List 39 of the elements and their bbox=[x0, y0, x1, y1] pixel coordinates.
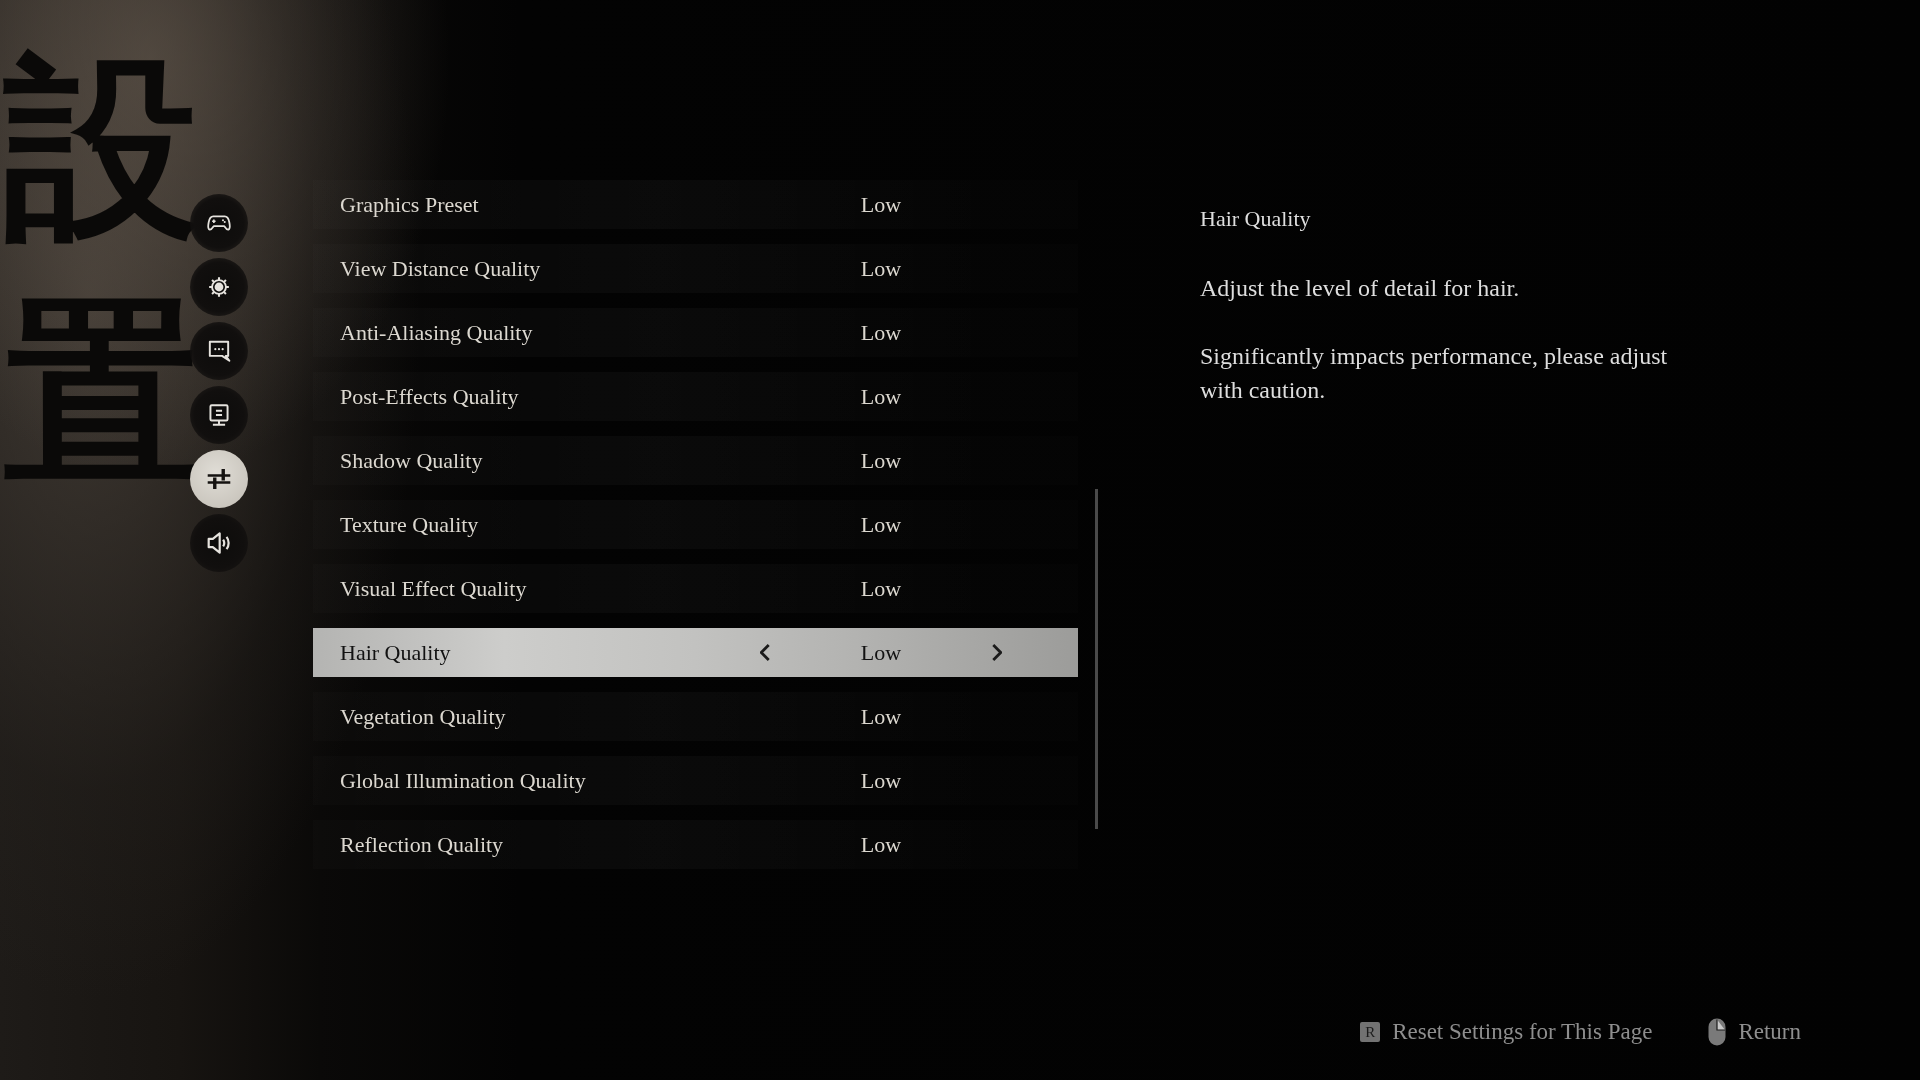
setting-value: Low bbox=[859, 255, 903, 282]
setting-label: View Distance Quality bbox=[340, 255, 542, 282]
return-button[interactable]: Return bbox=[1708, 1018, 1801, 1046]
chat-bubble-icon bbox=[207, 340, 231, 362]
scrollbar-thumb[interactable] bbox=[1095, 489, 1098, 829]
background-calligraphy: 設置 bbox=[4, 30, 200, 508]
setting-value: Low bbox=[859, 191, 903, 218]
setting-label: Reflection Quality bbox=[340, 831, 505, 858]
setting-row[interactable]: Hair Quality Low bbox=[313, 628, 1078, 677]
setting-value: Low bbox=[859, 575, 903, 602]
setting-value: Low bbox=[859, 511, 903, 538]
setting-label: Anti-Aliasing Quality bbox=[340, 319, 534, 346]
setting-value: Low bbox=[859, 639, 903, 666]
detail-description: Adjust the level of detail for hair. bbox=[1200, 274, 1521, 303]
monitor-icon bbox=[207, 404, 231, 426]
detail-title: Hair Quality bbox=[1200, 207, 1312, 231]
key-cap: R bbox=[1360, 1022, 1381, 1042]
setting-value: Low bbox=[859, 767, 903, 794]
setting-value: Low bbox=[859, 831, 903, 858]
sliders-icon bbox=[207, 468, 231, 490]
setting-value: Low bbox=[859, 383, 903, 410]
gear-icon bbox=[207, 276, 231, 298]
setting-label: Global Illumination Quality bbox=[340, 767, 587, 794]
detail-description: Significantly impacts performance, please adjust with caution. bbox=[1200, 342, 1669, 405]
setting-label: Hair Quality bbox=[340, 639, 452, 666]
setting-label: Texture Quality bbox=[340, 511, 480, 538]
setting-value: Low bbox=[859, 447, 903, 474]
setting-value: Low bbox=[859, 703, 903, 730]
setting-label: Graphics Preset bbox=[340, 191, 480, 218]
setting-label: Post-Effects Quality bbox=[340, 383, 520, 410]
setting-value: Low bbox=[859, 319, 903, 346]
mouse-icon bbox=[1708, 1018, 1727, 1046]
reset-button[interactable]: R Reset Settings for This Page bbox=[1360, 1019, 1653, 1045]
chevron-right-icon[interactable] bbox=[992, 644, 1002, 661]
setting-label: Shadow Quality bbox=[340, 447, 484, 474]
setting-label: Visual Effect Quality bbox=[340, 575, 528, 602]
setting-label: Vegetation Quality bbox=[340, 703, 507, 730]
chevron-left-icon[interactable] bbox=[760, 644, 770, 661]
speaker-icon bbox=[207, 532, 231, 554]
